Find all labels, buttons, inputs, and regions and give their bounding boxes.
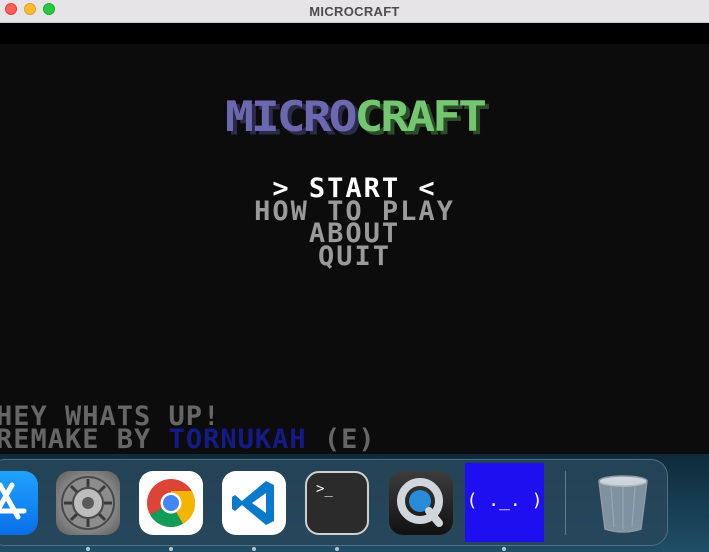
running-indicator <box>86 547 90 551</box>
window-title-bar: MICROCRAFT <box>0 0 709 23</box>
vscode-icon[interactable] <box>222 471 286 535</box>
close-button[interactable] <box>5 3 17 15</box>
minimize-button[interactable] <box>24 3 36 15</box>
microcraft-face: ( ._. ) <box>466 490 543 511</box>
zoom-button[interactable] <box>43 3 55 15</box>
running-indicator <box>502 547 506 551</box>
game-logo: MICROCRAFT <box>0 96 709 138</box>
running-indicator <box>335 547 339 551</box>
main-menu: > START < HOW TO PLAY ABOUT QUIT <box>0 175 709 269</box>
window-controls <box>5 3 55 15</box>
microcraft-face-icon[interactable]: ( ._. ) <box>465 463 544 542</box>
menu-item-quit[interactable]: QUIT <box>0 243 709 269</box>
trash-icon[interactable] <box>591 471 655 535</box>
running-indicator <box>169 547 173 551</box>
running-indicator <box>252 547 256 551</box>
logo-micro: MICRO <box>225 92 357 142</box>
footer-credits: REMAKE BY TORNUKAH (E) <box>0 426 376 453</box>
terminal-prompt: >_ <box>316 481 333 497</box>
logo-craft: CRAFT <box>354 92 487 142</box>
chrome-icon[interactable] <box>139 471 203 535</box>
credits-suffix: (E) <box>306 424 376 455</box>
app-store-icon[interactable] <box>0 471 38 535</box>
credits-author: TORNUKAH <box>168 424 307 455</box>
credits-prefix: REMAKE BY <box>0 424 169 455</box>
terminal-icon[interactable]: >_ <box>305 471 369 535</box>
game-letterbox-top <box>0 23 709 44</box>
gear-icon[interactable] <box>56 471 120 535</box>
quicktime-icon[interactable] <box>389 471 453 535</box>
window-title: MICROCRAFT <box>309 3 400 19</box>
dock-separator <box>565 471 566 535</box>
